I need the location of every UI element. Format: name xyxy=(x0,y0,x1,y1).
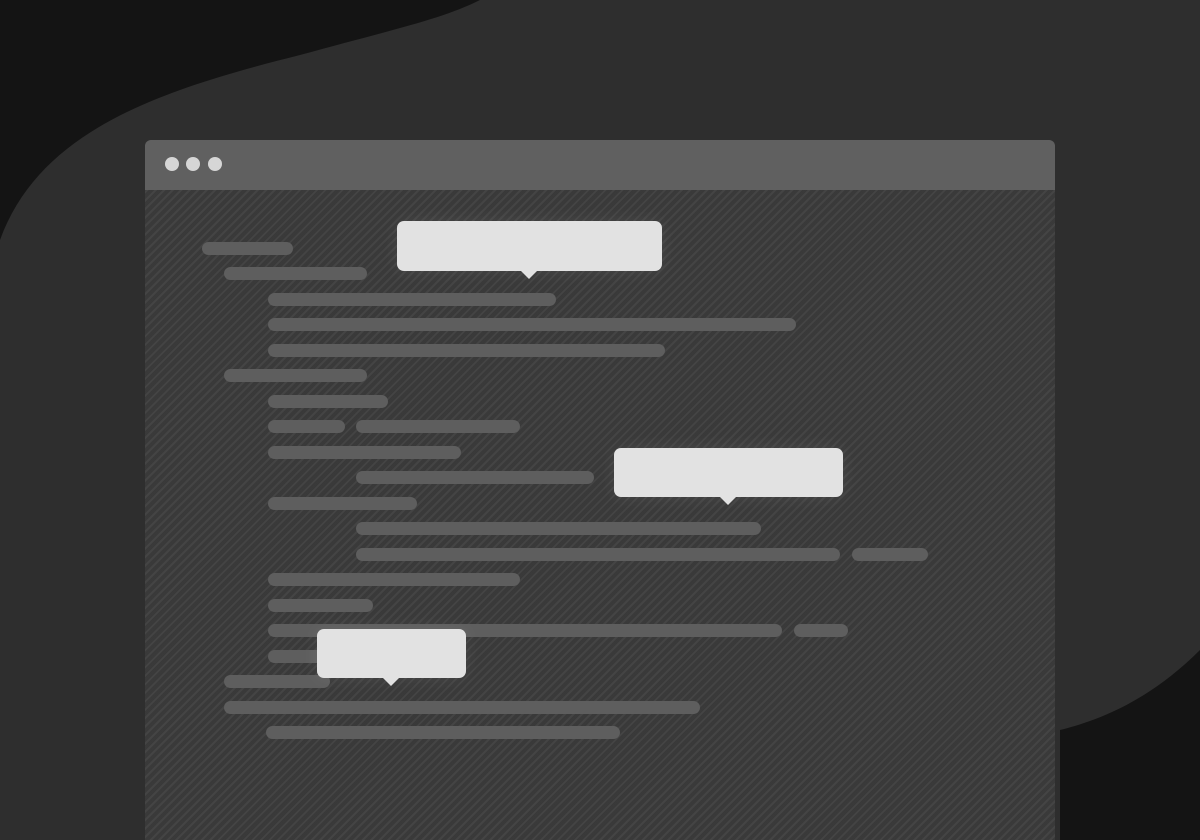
code-line xyxy=(356,522,761,535)
code-line xyxy=(356,420,520,433)
tooltip-bubble xyxy=(397,221,662,279)
code-line xyxy=(268,318,796,331)
code-line xyxy=(202,242,293,255)
code-line xyxy=(356,471,594,484)
code-line xyxy=(268,599,373,612)
code-line xyxy=(268,344,665,357)
close-dot-icon[interactable] xyxy=(165,157,179,171)
code-line xyxy=(224,369,367,382)
code-line xyxy=(268,420,345,433)
code-line xyxy=(268,395,388,408)
tooltip-bubble xyxy=(614,448,843,505)
browser-window xyxy=(145,140,1055,840)
code-line xyxy=(224,267,367,280)
tooltip-bubble xyxy=(317,629,466,686)
code-line xyxy=(794,624,848,637)
code-line xyxy=(852,548,928,561)
window-title-bar xyxy=(145,140,1055,190)
code-line xyxy=(268,446,461,459)
code-line xyxy=(266,726,620,739)
code-line xyxy=(224,701,700,714)
maximize-dot-icon[interactable] xyxy=(208,157,222,171)
minimize-dot-icon[interactable] xyxy=(186,157,200,171)
code-line xyxy=(268,497,417,510)
code-line xyxy=(268,293,556,306)
code-line xyxy=(224,675,330,688)
code-line xyxy=(268,573,520,586)
code-line xyxy=(356,548,840,561)
